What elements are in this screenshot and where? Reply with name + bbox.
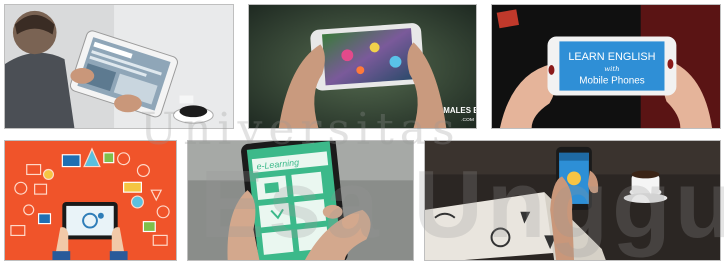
- mobile-game-image[interactable]: MALES BANGET .COM: [248, 4, 477, 129]
- mobile-game-illustration: MALES BANGET .COM: [249, 5, 476, 128]
- book-and-phone-illustration: [425, 141, 720, 260]
- game-watermark-sub: .COM: [461, 117, 474, 123]
- tablet-browsing-image[interactable]: [4, 4, 234, 129]
- tablet-icons-image[interactable]: [4, 140, 177, 261]
- learn-english-illustration: LEARN ENGLISH with Mobile Phones: [492, 5, 720, 128]
- tablet-browsing-illustration: [5, 5, 233, 128]
- game-watermark-text: MALES BANGET: [443, 106, 476, 115]
- tablet-icons-illustration: [5, 141, 176, 260]
- elearning-phone-illustration: e-Learning: [188, 141, 413, 260]
- image-grid: MALES BANGET .COM LEARN ENGLISH with Mob…: [0, 0, 724, 262]
- elearning-phone-image[interactable]: e-Learning: [187, 140, 414, 261]
- book-and-phone-image[interactable]: [424, 140, 721, 261]
- banner-line-1: LEARN ENGLISH: [568, 51, 655, 63]
- banner-line-3: Mobile Phones: [579, 76, 645, 87]
- banner-line-2: with: [604, 65, 619, 73]
- learn-english-image[interactable]: LEARN ENGLISH with Mobile Phones: [491, 4, 721, 129]
